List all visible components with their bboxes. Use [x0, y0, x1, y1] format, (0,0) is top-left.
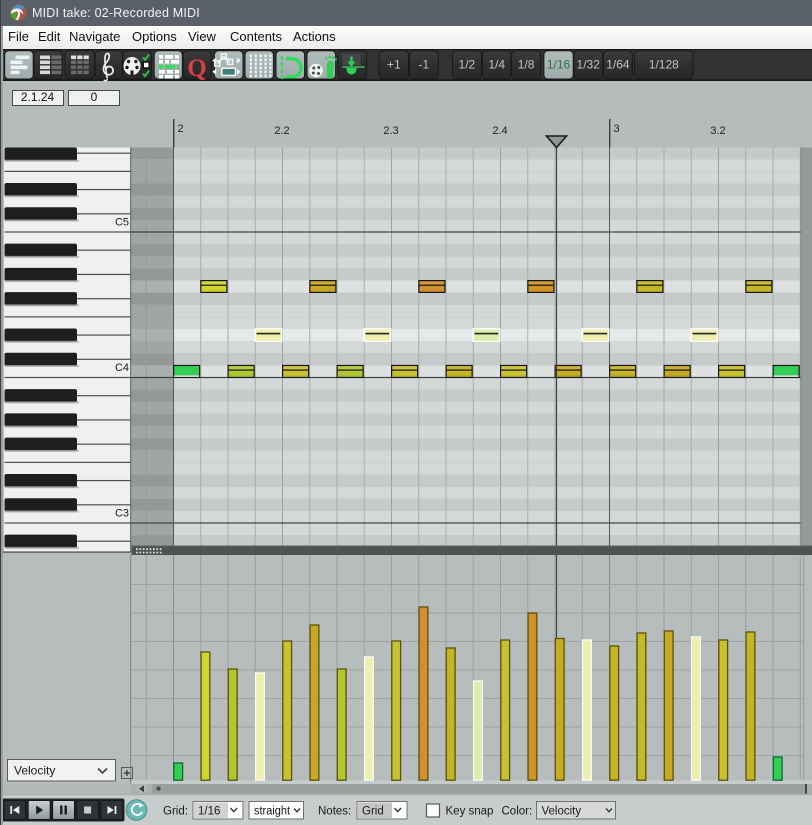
svg-text:1/16: 1/16: [198, 806, 220, 818]
svg-text:Velocity: Velocity: [14, 764, 55, 778]
svg-text:3: 3: [614, 123, 620, 135]
svg-text:2: 2: [178, 123, 184, 135]
svg-text:-1: -1: [418, 58, 429, 72]
svg-text:Grid:: Grid:: [163, 806, 188, 818]
svg-text:Q: Q: [187, 55, 206, 82]
svg-text:C5: C5: [115, 217, 129, 229]
svg-text:Velocity: Velocity: [542, 806, 582, 818]
svg-text:Color:: Color:: [502, 806, 533, 818]
svg-text:1/128: 1/128: [649, 58, 679, 72]
svg-text:Key snap: Key snap: [446, 806, 494, 818]
svg-text:2.4: 2.4: [492, 125, 507, 137]
svg-text:1/4: 1/4: [488, 58, 505, 72]
svg-text:Grid: Grid: [362, 806, 384, 818]
svg-text:1/64: 1/64: [606, 58, 630, 72]
svg-text:1/16: 1/16: [547, 58, 571, 72]
svg-text:2.2: 2.2: [274, 125, 289, 137]
svg-text:2.3: 2.3: [383, 125, 398, 137]
svg-text:+1: +1: [387, 58, 401, 72]
svg-text:1/32: 1/32: [577, 58, 601, 72]
svg-text:C3: C3: [115, 508, 129, 520]
svg-text:1/2: 1/2: [459, 58, 476, 72]
svg-text:Notes:: Notes:: [318, 806, 351, 818]
svg-text:1/8: 1/8: [518, 58, 535, 72]
svg-text:C4: C4: [115, 362, 129, 374]
svg-text:3.2: 3.2: [710, 125, 725, 137]
svg-text:straight: straight: [254, 806, 291, 818]
